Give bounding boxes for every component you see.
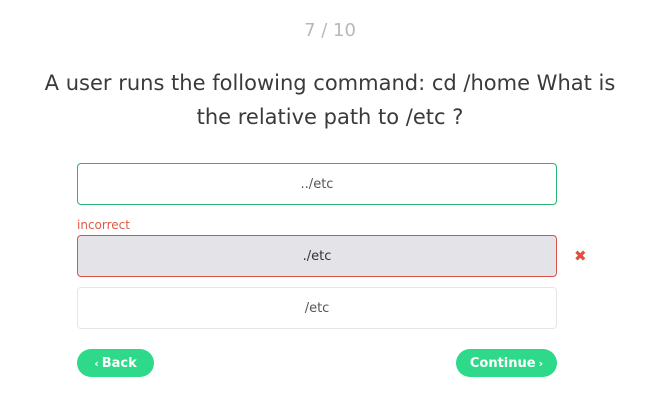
answer-option-label: /etc xyxy=(304,300,330,316)
question-progress: 7 / 10 xyxy=(304,20,356,41)
answer-option-3[interactable]: /etc xyxy=(77,287,557,329)
question-text: A user runs the following command: cd /h… xyxy=(44,71,616,129)
answer-option-label: ./etc xyxy=(302,248,332,264)
close-icon: ✖ xyxy=(574,247,587,265)
back-button[interactable]: ‹ Back xyxy=(77,349,154,377)
continue-button[interactable]: Continue › xyxy=(456,349,557,377)
continue-button-label: Continue xyxy=(469,355,536,371)
answer-option-2-selected-incorrect[interactable]: ./etc xyxy=(77,235,557,277)
answer-option-1-correct[interactable]: ../etc xyxy=(77,163,557,205)
back-button-label: Back xyxy=(101,355,137,371)
chevron-right-icon: › xyxy=(538,356,544,370)
incorrect-feedback-label: incorrect xyxy=(77,218,130,232)
chevron-left-icon: ‹ xyxy=(94,356,99,370)
answer-option-label: ../etc xyxy=(300,176,334,192)
quiz-page: 7 / 10 A user runs the following command… xyxy=(0,0,660,402)
